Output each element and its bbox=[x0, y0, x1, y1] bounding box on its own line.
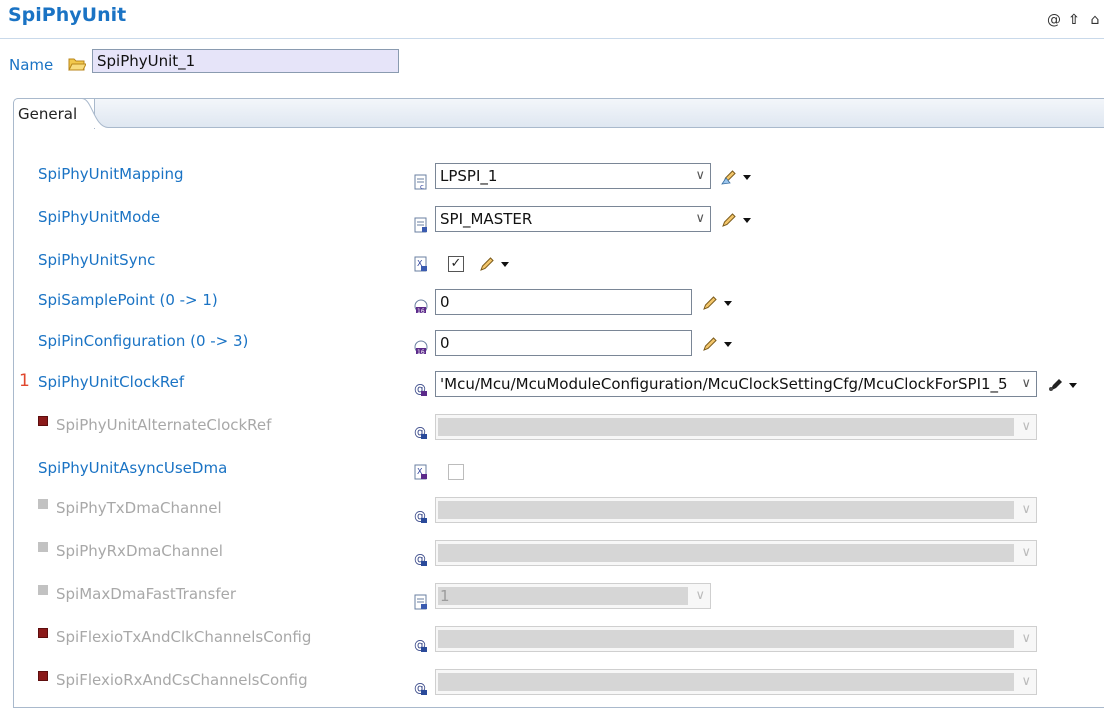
svg-text:16: 16 bbox=[417, 349, 425, 355]
status-marker-icon bbox=[38, 416, 48, 426]
spiflexiotxandclkchannelsconfig-select: ∨ bbox=[435, 626, 1037, 652]
status-marker-icon bbox=[38, 499, 48, 509]
disabled-fill bbox=[438, 544, 1014, 562]
mapping-actions[interactable] bbox=[721, 169, 751, 185]
page-title: SpiPhyUnit bbox=[8, 4, 127, 26]
sync-actions[interactable] bbox=[479, 256, 509, 272]
disabled-fill bbox=[438, 501, 1014, 519]
dropdown-arrow-icon[interactable] bbox=[724, 341, 732, 347]
spiphyrxdmachannel-select: ∨ bbox=[435, 540, 1037, 566]
pencil-icon[interactable] bbox=[702, 336, 718, 352]
name-input[interactable]: SpiPhyUnit_1 bbox=[92, 49, 399, 73]
label-spiphytxdmachannel: SpiPhyTxDmaChannel bbox=[56, 499, 222, 517]
chevron-down-icon: ∨ bbox=[1021, 545, 1031, 560]
dropdown-arrow-icon[interactable] bbox=[1069, 382, 1077, 388]
reference-type-icon: @ bbox=[414, 425, 427, 439]
spiphyunitsync-checkbox[interactable]: ✓ bbox=[448, 256, 464, 272]
chevron-down-icon: ∨ bbox=[1018, 372, 1031, 396]
status-marker-icon bbox=[38, 628, 48, 638]
folder-icon bbox=[68, 58, 86, 71]
chevron-down-icon: ∨ bbox=[695, 168, 705, 183]
label-spimaxdmafasttransfer: SpiMaxDmaFastTransfer bbox=[56, 585, 237, 603]
status-marker-icon bbox=[38, 671, 48, 681]
chevron-down-icon: ∨ bbox=[1021, 502, 1031, 517]
dropdown-arrow-icon[interactable] bbox=[501, 261, 509, 267]
required-marker: 1 bbox=[19, 371, 30, 391]
calculated-pencil-icon[interactable] bbox=[721, 169, 737, 185]
reference-type-icon: @ bbox=[414, 382, 427, 396]
status-marker-icon bbox=[38, 585, 48, 595]
enum-type-icon bbox=[414, 217, 427, 233]
spiphyunitclockref-select[interactable]: 'Mcu/Mcu/McuModuleConfiguration/McuClock… bbox=[435, 371, 1037, 397]
enum-type-icon bbox=[414, 594, 427, 610]
spiphyunitmode-select[interactable]: SPI_MASTER ∨ bbox=[435, 206, 711, 232]
status-marker-icon bbox=[38, 542, 48, 552]
label-spiphyunitclockref: SpiPhyUnitClockRef bbox=[38, 373, 185, 391]
disabled-fill bbox=[438, 587, 688, 605]
dropdown-arrow-icon[interactable] bbox=[743, 217, 751, 223]
pencil-icon[interactable] bbox=[721, 212, 737, 228]
spiphyunitmode-value: SPI_MASTER bbox=[440, 210, 533, 228]
label-spiphyunitsync: SpiPhyUnitSync bbox=[38, 251, 156, 269]
dropdown-arrow-icon[interactable] bbox=[724, 300, 732, 306]
reference-type-icon: @ bbox=[414, 509, 427, 523]
spiphyunitmapping-value: LPSPI_1 bbox=[440, 167, 498, 185]
header-toolbar: @ ⇧ ⌂ bbox=[1047, 12, 1101, 28]
label-spiphyrxdmachannel: SpiPhyRxDmaChannel bbox=[56, 542, 223, 560]
chevron-down-icon: ∨ bbox=[1021, 631, 1031, 646]
spimaxdmafasttransfer-select: 1 ∨ bbox=[435, 583, 711, 609]
label-spiphyunitmode: SpiPhyUnitMode bbox=[38, 208, 161, 226]
integer-type-icon: 16 bbox=[414, 299, 428, 314]
spiphyunitalternateclockref-select: ∨ bbox=[435, 414, 1037, 440]
mode-actions[interactable] bbox=[721, 212, 751, 228]
tab-panel bbox=[13, 98, 1104, 708]
boolean-type-icon: X bbox=[414, 464, 427, 480]
pin-actions[interactable] bbox=[702, 336, 732, 352]
home-icon[interactable]: ⌂ bbox=[1089, 12, 1101, 28]
brush-icon[interactable] bbox=[1047, 377, 1063, 393]
disabled-fill bbox=[438, 418, 1014, 436]
tab-strip bbox=[14, 99, 1104, 128]
chevron-down-icon: ∨ bbox=[695, 211, 705, 226]
pencil-icon[interactable] bbox=[702, 295, 718, 311]
header-divider bbox=[0, 38, 1104, 39]
at-icon[interactable]: @ bbox=[1047, 12, 1061, 28]
label-spiflexiorxandcschannelsconfig: SpiFlexioRxAndCsChannelsConfig bbox=[56, 671, 308, 689]
label-spiphyunitalternateclockref: SpiPhyUnitAlternateClockRef bbox=[56, 416, 272, 434]
pencil-icon[interactable] bbox=[479, 256, 495, 272]
enum-type-icon: c bbox=[414, 174, 427, 190]
spiphyunitclockref-value: 'Mcu/Mcu/McuModuleConfiguration/McuClock… bbox=[440, 375, 1008, 393]
label-spiphyunitmapping: SpiPhyUnitMapping bbox=[38, 165, 184, 183]
up-arrow-icon[interactable]: ⇧ bbox=[1068, 12, 1080, 28]
spisamplepoint-input[interactable]: 0 bbox=[435, 289, 692, 315]
sample-actions[interactable] bbox=[702, 295, 732, 311]
chevron-down-icon: ∨ bbox=[1021, 674, 1031, 689]
reference-type-icon: @ bbox=[414, 552, 427, 566]
spiphytxdmachannel-select: ∨ bbox=[435, 497, 1037, 523]
spiphyunitmapping-select[interactable]: LPSPI_1 ∨ bbox=[435, 163, 711, 189]
tab-general-label[interactable]: General bbox=[18, 105, 77, 123]
svg-text:16: 16 bbox=[417, 308, 425, 314]
label-spipinconfiguration: SpiPinConfiguration (0 -> 3) bbox=[38, 332, 249, 350]
reference-type-icon: @ bbox=[414, 638, 427, 652]
clockref-actions[interactable] bbox=[1047, 377, 1077, 393]
label-spiphyunitasyncusedma: SpiPhyUnitAsyncUseDma bbox=[38, 459, 228, 477]
spiphyunitasyncusedma-checkbox[interactable] bbox=[448, 464, 464, 480]
integer-type-icon: 16 bbox=[414, 340, 428, 355]
name-label: Name bbox=[9, 56, 54, 74]
chevron-down-icon: ∨ bbox=[695, 588, 705, 603]
label-spisamplepoint: SpiSamplePoint (0 -> 1) bbox=[38, 291, 218, 309]
spipinconfiguration-input[interactable]: 0 bbox=[435, 330, 692, 356]
reference-type-icon: @ bbox=[414, 681, 427, 695]
spimaxdmafasttransfer-value: 1 bbox=[440, 587, 450, 605]
boolean-type-icon: X bbox=[414, 256, 427, 272]
label-spiflexiotxandclkchannelsconfig: SpiFlexioTxAndClkChannelsConfig bbox=[56, 628, 312, 646]
disabled-fill bbox=[438, 630, 1014, 648]
tab-curve bbox=[82, 98, 108, 128]
spiflexiorxandcschannelsconfig-select: ∨ bbox=[435, 669, 1037, 695]
svg-text:c: c bbox=[420, 183, 424, 190]
dropdown-arrow-icon[interactable] bbox=[743, 174, 751, 180]
chevron-down-icon: ∨ bbox=[1021, 419, 1031, 434]
disabled-fill bbox=[438, 673, 1014, 691]
